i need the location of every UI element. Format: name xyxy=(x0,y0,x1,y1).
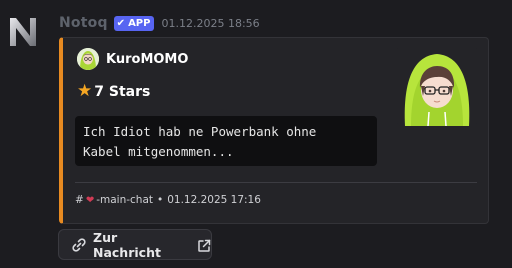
heart-icon: ❤ xyxy=(85,194,95,206)
original-timestamp: 01.12.2025 17:16 xyxy=(167,194,261,206)
link-icon xyxy=(71,237,87,253)
jump-to-message-button[interactable]: Zur Nachricht xyxy=(58,229,212,260)
app-badge: ✔ APP xyxy=(113,15,155,31)
embed-divider xyxy=(75,182,477,183)
embed-thumbnail[interactable] xyxy=(397,46,477,126)
embed-author: KuroMOMO xyxy=(77,48,188,70)
footer-separator: • xyxy=(157,194,164,206)
app-badge-label: APP xyxy=(128,17,151,29)
message-timestamp: 01.12.2025 18:56 xyxy=(161,16,260,30)
author-avatar xyxy=(77,48,99,70)
button-label: Zur Nachricht xyxy=(93,229,161,260)
message-header: Notoq ✔ APP 01.12.2025 18:56 xyxy=(59,14,260,32)
embed-footer: # ❤ -main-chat • 01.12.2025 17:16 xyxy=(75,194,261,206)
channel-hash: # xyxy=(75,194,84,206)
external-link-icon xyxy=(197,238,211,252)
quoted-message: Ich Idiot hab ne Powerbank ohne Kabel mi… xyxy=(75,116,377,166)
channel-name[interactable]: -main-chat xyxy=(96,194,153,206)
bot-name[interactable]: Notoq xyxy=(59,15,108,31)
star-count: 7 Stars xyxy=(94,83,151,100)
bot-avatar[interactable] xyxy=(6,14,40,48)
starboard-embed: KuroMOMO ★ 7 Stars Ich Idiot hab ne Powe… xyxy=(59,37,489,224)
author-name[interactable]: KuroMOMO xyxy=(106,52,188,67)
embed-title: ★ 7 Stars xyxy=(77,83,150,100)
verified-check-icon: ✔ xyxy=(116,17,126,29)
star-icon: ★ xyxy=(77,81,93,101)
